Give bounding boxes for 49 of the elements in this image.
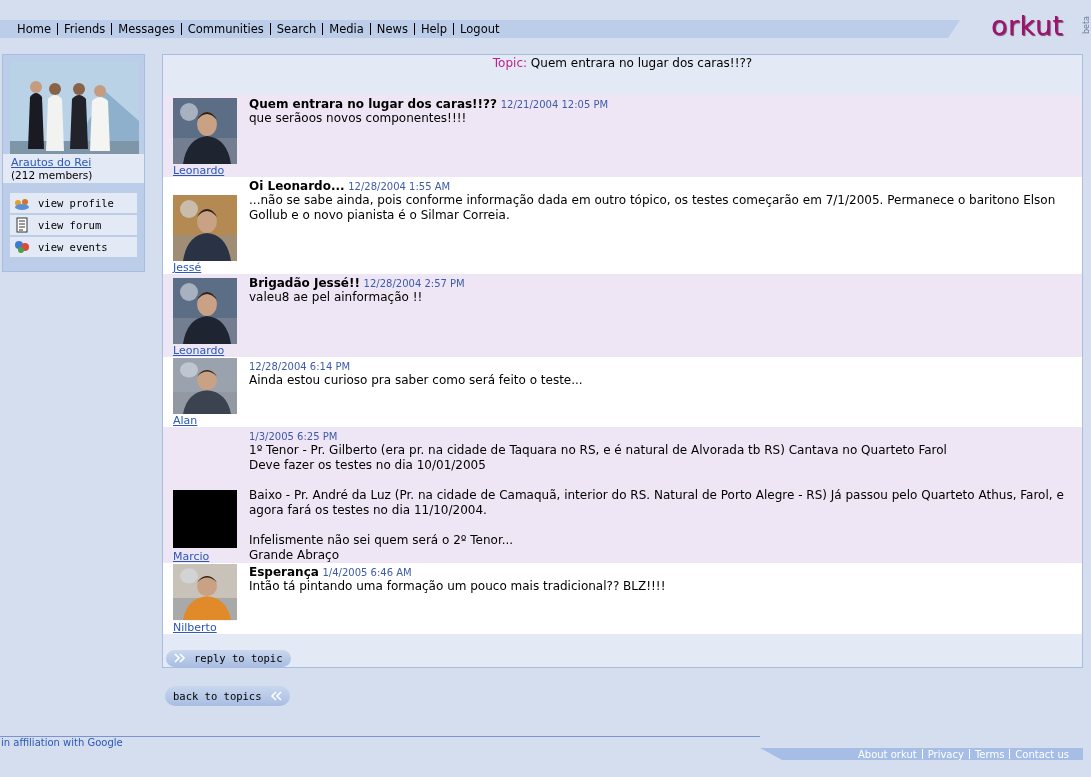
post-title: Brigadão Jessé!! — [249, 276, 360, 291]
document-icon — [13, 217, 31, 233]
logo[interactable]: orkut — [991, 11, 1064, 39]
affiliation-text: in affiliation with Google — [1, 737, 123, 748]
post-text: Infelismente não sei quem será o 2º Tenor... Grande Abraço — [249, 533, 515, 564]
balloons-icon — [13, 239, 31, 255]
post-text: Ainda estou curioso pra saber como será feito o teste... — [249, 373, 584, 389]
nav-link[interactable]: Search — [276, 22, 317, 36]
post-title: Oi Leonardo... — [249, 179, 345, 194]
sidebar-action[interactable]: view profile — [10, 193, 137, 213]
topic-heading: Topic: Quem entrara no lugar dos caras!!?? — [492, 56, 753, 70]
beta-label: beta — [1081, 15, 1091, 34]
post-text: Intão tá pintando uma formação um pouco mais tradicional?? BLZ!!!! — [249, 579, 667, 595]
author-link[interactable]: Jessé — [173, 261, 202, 275]
post-title: Esperança — [249, 565, 319, 580]
author-link[interactable]: Marcio — [173, 550, 210, 564]
post-date: 1/3/2005 6:25 PM — [249, 431, 338, 443]
member-count: (212 members) — [11, 169, 94, 181]
chevrons-icon — [174, 653, 186, 664]
blank-avatar — [173, 490, 237, 549]
post-text: ...não se sabe ainda, pois conforme informação dada em outro tópico, os testes começarão em 7/1/2005. Permanece o baritono Elson Gollub e o novo pianista é o Silmar Correia. — [249, 193, 1057, 224]
nav-link[interactable]: Media — [329, 22, 364, 36]
post-text: 1º Tenor - Pr. Gilberto (era pr. na cidade de Taquara no RS, e é natural de Alvorada tb RS) Cantava no Quarteto Farol Deve fazer os testes no dia 10/01/2005 — [249, 443, 948, 474]
nav-link[interactable]: Help — [420, 22, 448, 36]
nav-link[interactable]: Friends — [63, 22, 106, 36]
nav-link[interactable]: Messages — [118, 22, 175, 36]
nav-link[interactable]: Logout — [460, 22, 500, 36]
sidebar-action[interactable]: view forum — [10, 215, 137, 235]
post-date: 12/28/2004 1:55 AM — [348, 181, 451, 193]
chevrons-icon — [269, 691, 282, 701]
reply-button[interactable]: reply to topic — [166, 649, 291, 667]
post-text: valeu8 ae pel ainformação !! — [249, 290, 424, 306]
post-text: Baixo - Pr. André da Luz (Pr. na cidade de Camaquã, interior do RS. Natural de Porto Alegre - RS) Já passou pelo Quarteto Athus, Farol, e agora fará os testes no dia 11/10/2004. — [249, 488, 1065, 519]
nav-link[interactable]: Home — [17, 22, 51, 36]
nav-link[interactable]: News — [376, 22, 408, 36]
nav-link[interactable]: Communities — [187, 22, 264, 36]
post-text: que serãoos novos componentes!!!! — [249, 111, 468, 127]
author-link[interactable]: Nilberto — [173, 620, 217, 634]
post-date: 12/28/2004 6:14 PM — [249, 361, 351, 373]
sidebar-action[interactable]: view events — [10, 237, 137, 257]
post-date: 12/21/2004 12:05 PM — [500, 99, 609, 111]
author-link[interactable]: Leonardo — [173, 344, 225, 358]
post-title: Quem entrara no lugar dos caras!!?? — [249, 97, 497, 112]
author-link[interactable]: Leonardo — [173, 164, 225, 178]
post-date: 1/4/2005 6:46 AM — [322, 567, 412, 579]
back-button[interactable]: back to topics — [165, 686, 290, 706]
community-link[interactable]: Arautos do Rei — [11, 156, 92, 169]
post-date: 12/28/2004 2:57 PM — [363, 278, 465, 290]
author-link[interactable]: Alan — [173, 414, 198, 428]
